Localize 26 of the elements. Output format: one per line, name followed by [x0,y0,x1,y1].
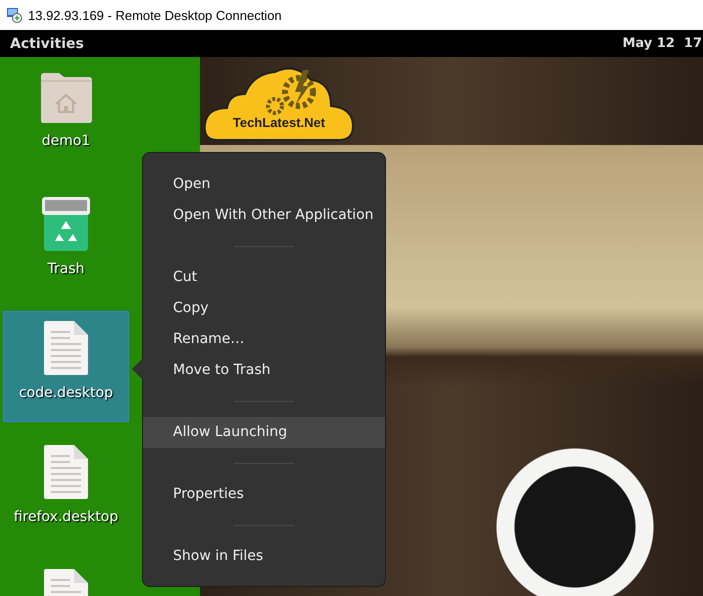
document-icon [43,320,89,376]
menu-item[interactable]: Open With Other Application [143,200,385,231]
menu-item[interactable]: Move to Trash [143,355,385,386]
menu-item[interactable]: Allow Launching [143,417,385,448]
menu-item[interactable]: Copy [143,293,385,324]
icon-label: demo1 [42,133,90,149]
menu-item[interactable]: Show in Files [143,541,385,572]
icon-label: code.desktop [18,385,114,401]
menu-item[interactable]: Properties [143,479,385,510]
desktop-icon-item[interactable]: demo1 [3,63,129,174]
document-icon [43,444,89,500]
desktop-icon-item[interactable]: Trash [3,187,129,298]
icon-label: firefox.desktop [14,509,118,525]
desktop-icon-item[interactable]: code.desktop [3,311,129,422]
menu-item[interactable]: Cut [143,262,385,293]
window-title: 13.92.93.169 - Remote Desktop Connection [28,8,282,22]
recycle-bin-icon [41,196,91,252]
logo-text: TechLatest.Net [232,115,326,130]
activities-button[interactable]: Activities [10,36,84,52]
menu-item[interactable]: Rename… [143,324,385,355]
home-folder-icon [39,72,93,124]
remote-desktop-icon [6,7,22,23]
icon-label: Trash [48,261,84,277]
desktop-icon-item[interactable]: firefox.desktop [3,435,129,546]
clock[interactable]: May 12 17 [622,36,702,51]
menu-item[interactable]: Open [143,169,385,200]
